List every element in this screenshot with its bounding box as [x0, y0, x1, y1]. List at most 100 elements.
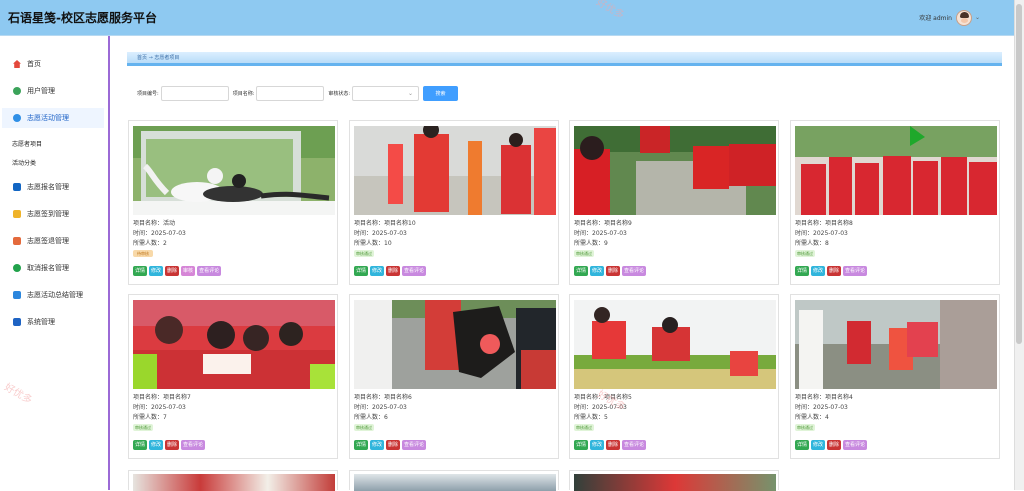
project-name: 项目名称：项目名称6 — [354, 394, 412, 401]
sidebar-label-signout: 志愿签退管理 — [27, 237, 69, 245]
project-image-partial[interactable] — [133, 474, 335, 491]
main-content: 首页 → 志愿者项目 项目编号: 项目名称: 审核状态: ⌄ 搜索 项目名称：活动… — [127, 46, 1002, 490]
sidebar-label-users: 用户管理 — [27, 87, 55, 95]
sidebar-item-signout[interactable]: 志愿签退管理 — [2, 231, 104, 251]
sidebar-item-system[interactable]: 系统管理 — [2, 312, 104, 332]
project-image-group[interactable] — [795, 126, 997, 215]
project-meta: 项目名称：项目名称8 时间：2025-07-03 所需人数：8 — [795, 219, 853, 249]
edit-button[interactable]: 修改 — [811, 266, 826, 276]
project-image-children[interactable] — [133, 300, 335, 389]
detail-button[interactable]: 详情 — [354, 440, 369, 450]
project-meta: 项目名称：活动 时间：2025-07-03 所需人数：2 — [133, 219, 186, 249]
project-time: 时间：2025-07-03 — [354, 230, 407, 237]
sidebar-item-cancel[interactable]: 取消报名管理 — [2, 258, 104, 278]
search-button[interactable]: 搜索 — [423, 85, 459, 101]
project-image-garden[interactable] — [574, 126, 776, 215]
registration-icon — [13, 183, 21, 191]
project-image-partial[interactable] — [574, 474, 776, 491]
project-need: 所需人数：10 — [354, 240, 392, 247]
sign-in-icon — [13, 210, 21, 218]
project-meta: 项目名称：项目名称6 时间：2025-07-03 所需人数：6 — [354, 393, 412, 423]
project-image-volunteers[interactable] — [354, 126, 556, 215]
project-meta: 项目名称：项目名称9 时间：2025-07-03 所需人数：9 — [574, 219, 632, 249]
project-name: 项目名称：项目名称10 — [354, 220, 416, 227]
sidebar-subitem-categories[interactable]: 活动分类 — [12, 158, 36, 167]
project-image-partial[interactable] — [354, 474, 556, 491]
sidebar-label-cancel: 取消报名管理 — [27, 264, 69, 272]
review-button[interactable]: 查看评论 — [622, 266, 647, 276]
edit-button[interactable]: 修改 — [370, 440, 385, 450]
delete-button[interactable]: 删除 — [827, 266, 842, 276]
project-name: 项目名称：项目名称9 — [574, 220, 632, 227]
detail-button[interactable]: 详情 — [795, 266, 810, 276]
edit-button[interactable]: 修改 — [590, 440, 605, 450]
sidebar-item-registration[interactable]: 志愿报名管理 — [2, 177, 104, 197]
chevron-down-icon[interactable]: ⌄ — [975, 14, 980, 21]
detail-button[interactable]: 详情 — [133, 266, 148, 276]
status-badge: 审核通过 — [354, 424, 374, 431]
delete-button[interactable]: 删除 — [165, 266, 180, 276]
project-time: 时间：2025-07-03 — [795, 230, 848, 237]
project-card: 项目名称：项目名称9 时间：2025-07-03 所需人数：9 审核通过 详情 修改删… — [569, 120, 779, 285]
project-need: 所需人数：2 — [133, 240, 167, 247]
review-button[interactable]: 查看评论 — [843, 440, 868, 450]
project-card: 项目名称：项目名称7 时间：2025-07-03 所需人数：7 审核通过 详情 修改删… — [128, 294, 338, 459]
sidebar-item-signin[interactable]: 志愿签到管理 — [2, 204, 104, 224]
project-image-cat[interactable] — [133, 126, 335, 215]
delete-button[interactable]: 删除 — [606, 266, 621, 276]
delete-button[interactable]: 删除 — [165, 440, 180, 450]
delete-button[interactable]: 删除 — [386, 440, 401, 450]
detail-button[interactable]: 详情 — [574, 440, 589, 450]
audit-button[interactable]: 审核 — [181, 266, 196, 276]
edit-button[interactable]: 修改 — [370, 266, 385, 276]
sidebar-label-home: 首页 — [27, 60, 41, 68]
sign-out-icon — [13, 237, 21, 245]
delete-button[interactable]: 删除 — [606, 440, 621, 450]
edit-button[interactable]: 修改 — [590, 266, 605, 276]
project-card: 项目名称：项目名称8 时间：2025-07-03 所需人数：8 审核通过 详情 修改删… — [790, 120, 1000, 285]
sidebar-item-activities[interactable]: 志愿活动管理 — [2, 108, 104, 128]
project-name: 项目名称：项目名称7 — [133, 394, 191, 401]
search-bar: 项目编号: 项目名称: 审核状态: ⌄ 搜索 — [137, 85, 459, 101]
delete-button[interactable]: 删除 — [827, 440, 842, 450]
edit-button[interactable]: 修改 — [149, 440, 164, 450]
review-button[interactable]: 查看评论 — [402, 440, 427, 450]
project-card: 项目名称：活动 时间：2025-07-03 所需人数：2 待审核 详情 修改 删除 审核查… — [128, 120, 338, 285]
detail-button[interactable]: 详情 — [574, 266, 589, 276]
project-no-input[interactable] — [160, 85, 229, 101]
audit-status-select[interactable]: ⌄ — [352, 85, 420, 101]
review-button[interactable]: 查看评论 — [843, 266, 868, 276]
review-button[interactable]: 查看评论 — [402, 266, 427, 276]
edit-button[interactable]: 修改 — [811, 440, 826, 450]
project-image-field[interactable] — [574, 300, 776, 389]
review-button[interactable]: 查看评论 — [181, 440, 206, 450]
vertical-scrollbar[interactable] — [1014, 0, 1024, 490]
sidebar-label-signin: 志愿签到管理 — [27, 210, 69, 218]
detail-button[interactable]: 详情 — [795, 440, 810, 450]
review-button[interactable]: 查看评论 — [622, 440, 647, 450]
project-name-input[interactable] — [256, 85, 325, 101]
breadcrumb: 首页 → 志愿者项目 — [127, 52, 1002, 66]
delete-button[interactable]: 删除 — [386, 266, 401, 276]
sidebar-label-registration: 志愿报名管理 — [27, 183, 69, 191]
project-image-cleanup[interactable] — [795, 300, 997, 389]
detail-button[interactable]: 详情 — [354, 266, 369, 276]
detail-button[interactable]: 详情 — [133, 440, 148, 450]
project-name: 项目名称：活动 — [133, 220, 176, 227]
edit-button[interactable]: 修改 — [149, 266, 164, 276]
project-image-trash[interactable] — [354, 300, 556, 389]
cancel-icon — [13, 264, 21, 272]
avatar[interactable] — [955, 9, 972, 26]
sidebar-item-home[interactable]: 首页 — [2, 54, 104, 74]
system-icon — [13, 318, 21, 326]
sidebar-item-users[interactable]: 用户管理 — [2, 81, 104, 101]
project-card-partial — [569, 470, 779, 491]
scrollbar-thumb[interactable] — [1016, 4, 1022, 344]
status-badge: 审核通过 — [354, 250, 374, 257]
sidebar-item-summary[interactable]: 志愿活动总结管理 — [2, 285, 104, 305]
welcome-text: 欢迎 admin — [919, 15, 952, 22]
user-menu[interactable]: 欢迎 admin ⌄ — [919, 9, 980, 26]
sidebar-label-activities: 志愿活动管理 — [27, 114, 69, 122]
sidebar-subitem-projects[interactable]: 志愿者项目 — [12, 139, 42, 148]
review-button[interactable]: 查看评论 — [197, 266, 222, 276]
